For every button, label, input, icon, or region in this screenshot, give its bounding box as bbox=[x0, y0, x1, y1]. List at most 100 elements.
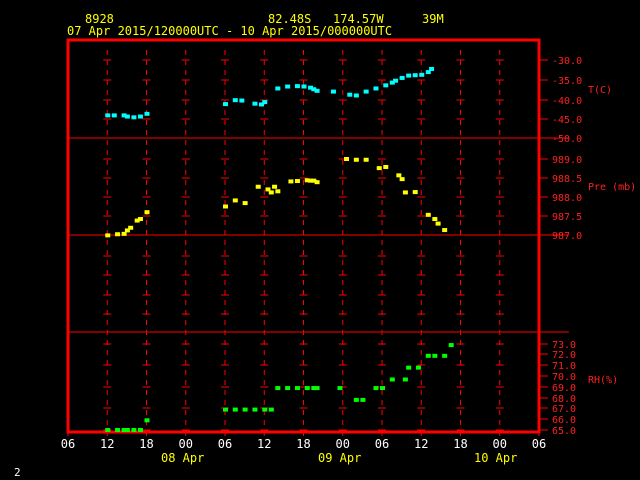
y-tick-label: 988.5 bbox=[552, 174, 582, 185]
temperature-axis-label: T(C) bbox=[588, 85, 612, 96]
hour-tick-labels: 06 12 18 00 06 12 18 00 06 12 18 00 06 bbox=[61, 437, 546, 451]
data-point bbox=[268, 190, 274, 195]
data-point bbox=[360, 397, 366, 402]
data-point bbox=[121, 231, 127, 236]
y-tick-label: -40.0 bbox=[552, 96, 582, 107]
hour-tick-label: 18 bbox=[453, 437, 467, 451]
data-point bbox=[412, 73, 418, 78]
elevation: 39M bbox=[422, 12, 444, 26]
data-point bbox=[344, 157, 350, 161]
data-point bbox=[415, 365, 421, 370]
data-point bbox=[376, 166, 382, 171]
data-point bbox=[406, 365, 412, 370]
data-point bbox=[128, 225, 134, 230]
data-point bbox=[393, 78, 399, 83]
data-points bbox=[105, 66, 454, 432]
data-point bbox=[442, 353, 448, 358]
day-label-10-apr: 10 Apr bbox=[474, 451, 517, 465]
data-point bbox=[137, 114, 143, 119]
page-number: 2 bbox=[14, 466, 21, 479]
data-point bbox=[294, 179, 300, 184]
data-point bbox=[301, 84, 307, 89]
data-point bbox=[242, 201, 248, 206]
data-point bbox=[337, 386, 343, 391]
data-point bbox=[373, 386, 379, 391]
data-point bbox=[255, 184, 261, 189]
y-tick-label: -45.0 bbox=[552, 115, 582, 126]
hour-tick-label: 18 bbox=[296, 437, 310, 451]
y-tick-label: 70.0 bbox=[552, 372, 576, 383]
data-point bbox=[406, 73, 412, 78]
crosshair-grid bbox=[67, 50, 548, 436]
y-tick-label: 66.0 bbox=[552, 415, 576, 426]
data-point bbox=[419, 72, 425, 77]
data-point bbox=[330, 89, 336, 94]
data-point bbox=[144, 210, 150, 215]
data-point bbox=[275, 386, 281, 391]
data-point bbox=[124, 428, 130, 432]
y-tick-label: -30.0 bbox=[552, 56, 582, 67]
y-tick-label: 65.0 bbox=[552, 426, 576, 437]
data-point bbox=[285, 386, 291, 391]
hour-tick-label: 06 bbox=[61, 437, 75, 451]
data-point bbox=[232, 407, 238, 412]
data-point bbox=[115, 232, 121, 237]
data-point bbox=[304, 386, 310, 391]
hour-tick-label: 06 bbox=[218, 437, 232, 451]
data-point bbox=[396, 173, 402, 178]
data-point bbox=[294, 84, 300, 89]
data-point bbox=[223, 102, 228, 107]
y-tick-label: 71.0 bbox=[552, 361, 576, 372]
hour-tick-label: 12 bbox=[414, 437, 428, 451]
y-tick-label: 987.5 bbox=[552, 212, 582, 223]
data-point bbox=[380, 386, 385, 391]
data-point bbox=[262, 100, 268, 105]
data-point bbox=[435, 221, 441, 226]
data-point bbox=[373, 86, 379, 91]
y-tick-label: -50.0 bbox=[552, 134, 582, 145]
data-point bbox=[275, 86, 281, 91]
data-point bbox=[285, 84, 291, 89]
data-point bbox=[144, 111, 150, 116]
meteogram: 8928 82.48S 174.57W 39M 07 Apr 2015/1200… bbox=[14, 12, 636, 479]
data-point bbox=[105, 113, 111, 118]
data-point bbox=[425, 353, 431, 358]
data-point bbox=[294, 386, 300, 391]
data-point bbox=[314, 386, 320, 391]
data-point bbox=[242, 407, 248, 412]
y-tick-label: 69.0 bbox=[552, 383, 576, 394]
y-tick-label: 987.0 bbox=[552, 231, 582, 242]
data-point bbox=[275, 189, 281, 194]
time-range: 07 Apr 2015/120000UTC - 10 Apr 2015/0000… bbox=[67, 24, 392, 38]
data-point bbox=[268, 407, 274, 412]
day-label-09-apr: 09 Apr bbox=[318, 451, 361, 465]
hour-tick-label: 00 bbox=[493, 437, 507, 451]
data-point bbox=[363, 89, 369, 94]
data-point bbox=[144, 418, 150, 423]
y-tick-labels: -30.0 -35.0 -40.0 -45.0 -50.0 989.0 988.5 988.0… bbox=[552, 56, 582, 437]
data-point bbox=[347, 92, 353, 97]
y-tick-label: 72.0 bbox=[552, 350, 576, 361]
data-point bbox=[105, 233, 111, 238]
day-label-08-apr: 08 Apr bbox=[161, 451, 204, 465]
data-point bbox=[314, 88, 320, 93]
hour-tick-label: 00 bbox=[179, 437, 193, 451]
data-point bbox=[111, 113, 117, 118]
data-point bbox=[412, 190, 418, 195]
data-point bbox=[353, 157, 359, 162]
data-point bbox=[124, 114, 130, 119]
hour-tick-label: 00 bbox=[336, 437, 350, 451]
data-point bbox=[288, 179, 294, 184]
rh-axis-label: RH(%) bbox=[588, 375, 618, 386]
data-point bbox=[131, 115, 137, 120]
data-point bbox=[353, 93, 359, 98]
hour-tick-label: 12 bbox=[100, 437, 114, 451]
data-point bbox=[402, 190, 408, 195]
data-point bbox=[262, 407, 268, 412]
data-point bbox=[429, 66, 435, 71]
data-point bbox=[399, 75, 405, 80]
data-point bbox=[402, 377, 408, 382]
data-point bbox=[353, 397, 359, 402]
y-tick-label: -35.0 bbox=[552, 76, 582, 87]
data-point bbox=[131, 428, 137, 432]
